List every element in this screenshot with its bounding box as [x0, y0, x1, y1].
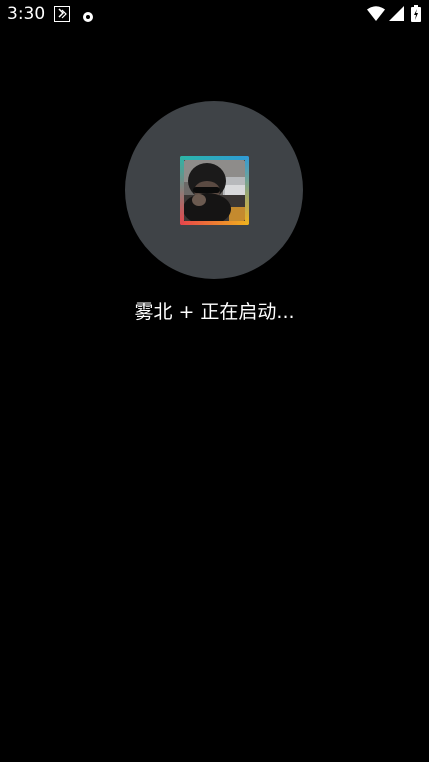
cell-signal-icon: [389, 6, 404, 25]
status-bar: 3:30: [0, 0, 429, 30]
status-time: 3:30: [7, 4, 46, 24]
app-icon: [179, 155, 250, 226]
record-dot-icon: [82, 8, 94, 27]
battery-charging-icon: [411, 5, 421, 26]
app-launch-screen: 3:30 雾北 + 正在启动...: [0, 0, 429, 762]
app-notification-icon: [54, 6, 70, 22]
launch-status-text: 雾北 + 正在启动...: [134, 301, 295, 323]
wifi-icon: [367, 6, 385, 25]
splash-icon-circle: [125, 101, 303, 279]
